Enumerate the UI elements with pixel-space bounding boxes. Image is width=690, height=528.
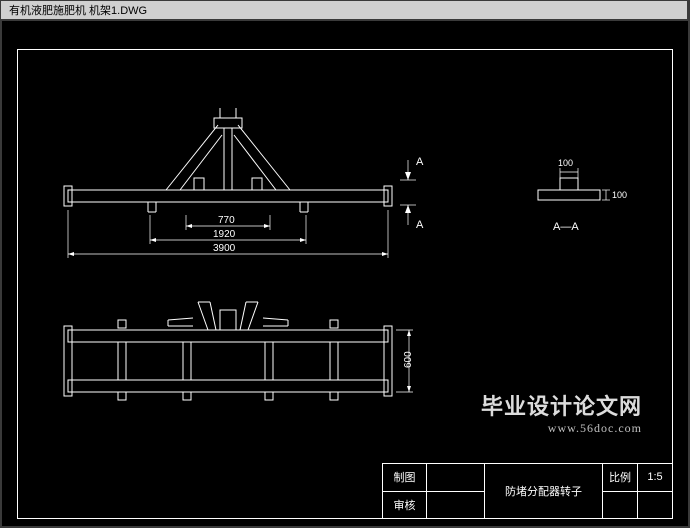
section-a-a: 100 100 A—A [538,158,627,233]
file-title-bar: 有机液肥施肥机 机架1.DWG [1,1,687,19]
dim-small-top: 100 [558,158,573,168]
dim-600: 600 [403,351,414,368]
dim-small-side: 100 [612,190,627,200]
plan-view: 600 [64,302,414,400]
tb-row2-value [427,492,484,519]
section-label: A—A [553,221,579,233]
tb-row1-value [427,464,484,492]
tb-scale-label: 比例 [603,464,637,492]
file-title-text: 有机液肥施肥机 机架1.DWG [9,2,147,18]
tb-drawing-title: 防堵分配器转子 [485,464,602,518]
watermark-line1: 毕业设计论文网 [481,389,642,421]
tb-empty2 [638,492,672,519]
tb-scale-value: 1:5 [638,464,672,492]
tb-row1-label: 制图 [383,464,426,492]
drawing-svg: 770 1920 3900 A [18,50,674,520]
title-block: 制图 审核 防堵分配器转子 比例 1:5 [382,463,672,518]
section-mark-a-top: A [416,156,424,168]
front-elevation: 770 1920 3900 A [64,108,424,258]
cad-canvas: 770 1920 3900 A [2,21,688,526]
tb-row2-label: 审核 [383,492,426,519]
drawing-border: 770 1920 3900 A [17,49,673,519]
watermark: 毕业设计论文网 www.56doc.com [481,389,642,436]
section-mark-a-bottom: A [416,219,424,231]
tb-empty1 [603,492,637,519]
dim-770: 770 [218,215,235,226]
watermark-line2: www.56doc.com [481,421,642,436]
dim-1920: 1920 [213,229,236,240]
dim-3900: 3900 [213,243,236,254]
